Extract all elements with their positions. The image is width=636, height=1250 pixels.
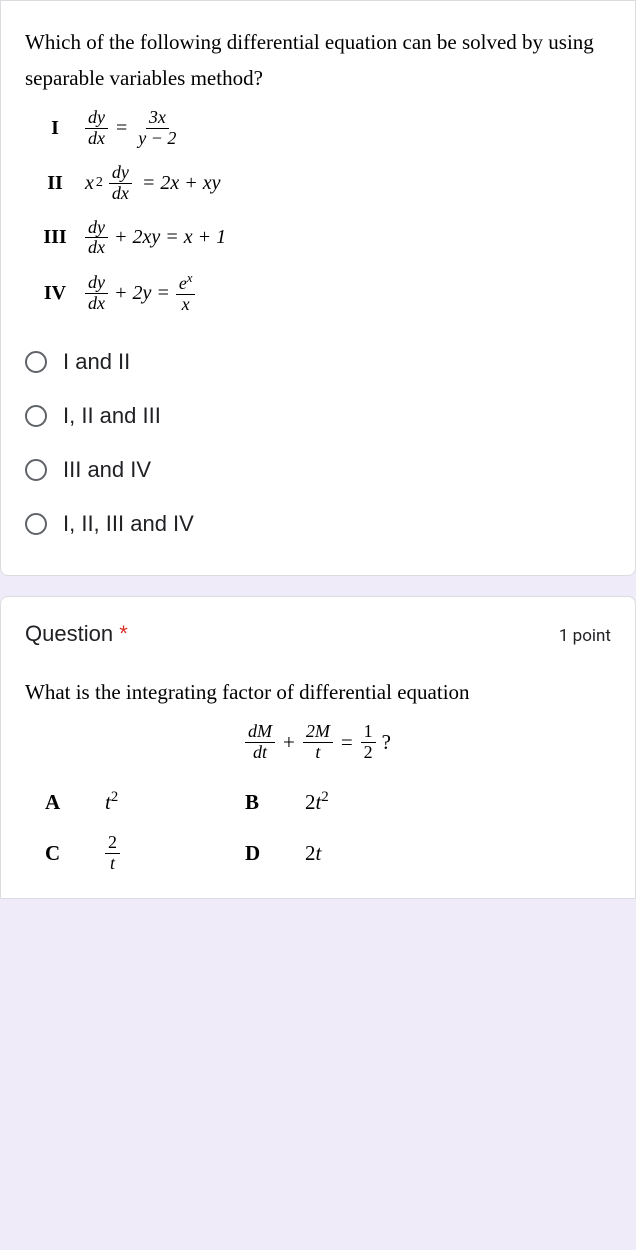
eq-numerator: dy: [109, 163, 132, 184]
eq-numerator: ex: [176, 272, 196, 295]
question-title-text: Question: [25, 621, 113, 646]
eq-denominator: dx: [85, 129, 108, 149]
answer-value-b: 2t2: [305, 789, 445, 815]
equation-body: x2 dy dx = 2x + xy: [85, 163, 221, 204]
question-prompt: What is the integrating factor of differ…: [25, 675, 611, 711]
equation-body: dy dx + 2xy = x + 1: [85, 218, 226, 259]
eq-numerator: dy: [85, 218, 108, 239]
option-c[interactable]: III and IV: [25, 443, 611, 497]
equation-body: dy dx = 3x y − 2: [85, 108, 179, 149]
required-star-icon: *: [119, 621, 128, 646]
question-prompt: Which of the following differential equa…: [25, 25, 611, 96]
eq-text: 2: [305, 790, 316, 814]
radio-icon: [25, 405, 47, 427]
answer-label-a: A: [45, 790, 105, 815]
options-group: I and II I, II and III III and IV I, II,…: [25, 335, 611, 551]
eq-denominator: 2: [361, 743, 376, 763]
option-b[interactable]: I, II and III: [25, 389, 611, 443]
question-title: Question *: [25, 621, 128, 647]
equation-body: dM dt + 2M t = 1 2 ?: [25, 722, 611, 763]
option-d[interactable]: I, II, III and IV: [25, 497, 611, 551]
question-card-2: Question * 1 point What is the integrati…: [0, 596, 636, 899]
question-card-1: Which of the following differential equa…: [0, 0, 636, 576]
equation-row-4: IV dy dx + 2y = ex x: [25, 272, 611, 315]
eq-text: t: [316, 841, 322, 865]
question-points: 1 point: [559, 626, 611, 646]
answer-label-c: C: [45, 841, 105, 866]
equation-row-2: II x2 dy dx = 2x + xy: [25, 163, 611, 204]
eq-numerator: 3x: [146, 108, 169, 129]
eq-text: =: [341, 730, 353, 755]
eq-text: x: [85, 172, 94, 195]
eq-denominator: y − 2: [135, 129, 179, 149]
eq-numerator: 1: [361, 722, 376, 743]
radio-icon: [25, 459, 47, 481]
option-label: I, II and III: [63, 403, 161, 429]
equation-label: III: [25, 226, 85, 249]
option-label: III and IV: [63, 457, 151, 483]
eq-text: e: [179, 273, 187, 293]
answer-value-a: t2: [105, 789, 245, 815]
eq-sup: x: [187, 271, 193, 285]
radio-icon: [25, 513, 47, 535]
equation-row-3: III dy dx + 2xy = x + 1: [25, 218, 611, 259]
eq-numerator: dy: [85, 273, 108, 294]
eq-text: = 2x + xy: [142, 172, 221, 195]
eq-sup: 2: [96, 175, 103, 191]
answer-value-d: 2t: [305, 841, 445, 866]
answer-label-d: D: [245, 841, 305, 866]
eq-denominator: dx: [85, 294, 108, 314]
equation-body: dy dx + 2y = ex x: [85, 272, 195, 315]
equation-table: I dy dx = 3x y − 2 II x2 dy dx: [25, 108, 611, 314]
radio-icon: [25, 351, 47, 373]
eq-equals: =: [116, 117, 127, 140]
equation-label: II: [25, 172, 85, 195]
eq-text: 2: [305, 841, 316, 865]
answer-value-c: 2 t: [105, 833, 245, 874]
eq-numerator: 2: [105, 833, 120, 854]
eq-denominator: x: [179, 295, 193, 315]
eq-numerator: dy: [85, 108, 108, 129]
eq-numerator: dM: [245, 722, 275, 743]
equation-label: IV: [25, 282, 85, 305]
eq-text: 3x: [149, 107, 166, 127]
equation-row-1: I dy dx = 3x y − 2: [25, 108, 611, 149]
eq-denominator: t: [312, 743, 323, 763]
question-header: Question * 1 point: [25, 621, 611, 647]
equation-label: I: [25, 117, 85, 140]
eq-text: + 2xy = x + 1: [114, 226, 226, 249]
answer-label-b: B: [245, 790, 305, 815]
option-label: I and II: [63, 349, 130, 375]
eq-sup: 2: [321, 789, 328, 805]
eq-denominator: t: [107, 854, 118, 874]
option-label: I, II, III and IV: [63, 511, 194, 537]
eq-denominator: dx: [85, 238, 108, 258]
eq-text: + 2y =: [114, 282, 170, 305]
option-a[interactable]: I and II: [25, 335, 611, 389]
eq-numerator: 2M: [303, 722, 333, 743]
answer-grid: A t2 B 2t2 C 2 t D 2t: [45, 789, 611, 874]
eq-text: +: [283, 730, 295, 755]
eq-denominator: dt: [250, 743, 270, 763]
eq-text: 2M: [306, 721, 330, 741]
eq-sup: 2: [111, 789, 118, 805]
question-prompt-text: What is the integrating factor of differ…: [25, 680, 470, 704]
eq-denominator: dx: [109, 184, 132, 204]
eq-text: ?: [382, 730, 391, 755]
